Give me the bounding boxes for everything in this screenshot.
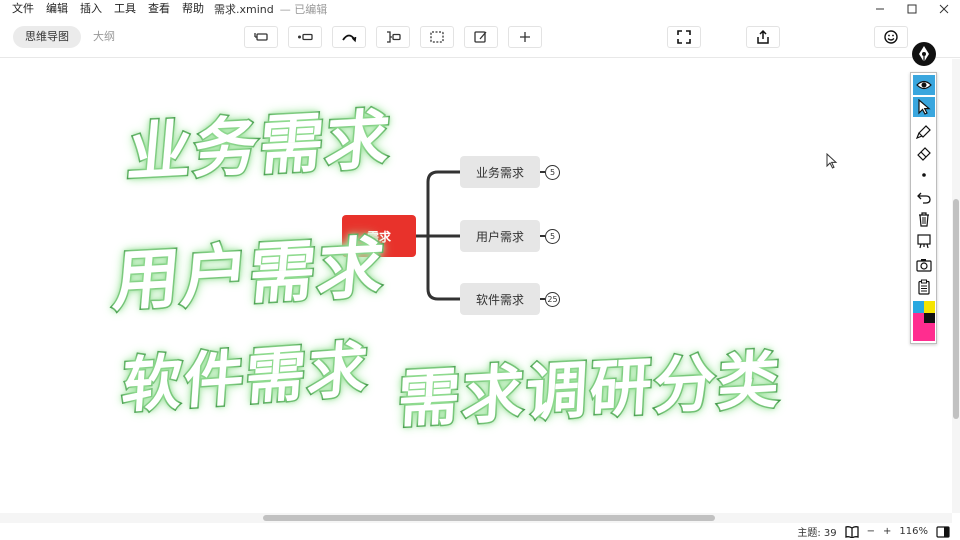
menu-view[interactable]: 查看 [142, 0, 176, 18]
horizontal-scroll-thumb[interactable] [263, 515, 715, 521]
camera-icon [916, 259, 932, 272]
emoji-button[interactable] [874, 26, 908, 48]
boundary-icon [430, 31, 444, 43]
document-title: 需求.xmind [214, 3, 274, 16]
close-button[interactable] [928, 0, 960, 18]
palette-pointer-button[interactable] [913, 97, 935, 117]
menu-file[interactable]: 文件 [0, 0, 40, 18]
minimize-icon [876, 8, 884, 10]
palette-eraser-button[interactable] [913, 143, 935, 163]
easel-icon [917, 234, 931, 249]
menu-tools[interactable]: 工具 [108, 0, 142, 18]
topic-icon [254, 33, 268, 41]
maximize-icon [907, 4, 917, 14]
minimize-button[interactable] [864, 0, 896, 18]
pen-tool-icon[interactable] [910, 40, 938, 68]
color-swatch-yellow[interactable] [924, 301, 935, 313]
horizontal-scrollbar[interactable] [0, 513, 952, 523]
vertical-scroll-thumb[interactable] [953, 199, 959, 419]
window-controls [864, 0, 960, 18]
annotation-palette [910, 72, 937, 344]
zoom-out-button[interactable]: − [867, 526, 875, 537]
share-icon [757, 29, 769, 44]
zoom-level[interactable]: 116% [899, 526, 928, 537]
sidebar-toggle-button[interactable] [936, 525, 950, 538]
fullscreen-icon [677, 30, 691, 44]
mouse-cursor-icon [826, 153, 838, 169]
overlay-title-business: 业务需求 [123, 101, 396, 192]
collapsed-count-badge[interactable]: 5 [545, 229, 560, 244]
palette-delete-button[interactable] [913, 209, 935, 229]
clipboard-icon [918, 279, 930, 295]
zoom-in-button[interactable]: + [883, 526, 891, 537]
book-icon [844, 525, 859, 538]
pointer-arrow-icon [918, 99, 931, 115]
summary-button[interactable] [376, 26, 410, 48]
view-tabs: 思维导图 大纲 [13, 26, 127, 48]
topic-user-requirements[interactable]: 用户需求 [460, 220, 540, 252]
trash-icon [919, 212, 929, 227]
boundary-button[interactable] [420, 26, 454, 48]
relationship-icon [342, 34, 357, 43]
panel-icon [936, 525, 950, 538]
share-button[interactable] [746, 26, 780, 48]
map-book-button[interactable] [844, 525, 859, 538]
menu-edit[interactable]: 编辑 [40, 0, 74, 18]
close-icon [939, 4, 949, 14]
toolbar: 思维导图 大纲 [0, 18, 960, 58]
relationship-button[interactable] [332, 26, 366, 48]
topic-count: 主题: 39 [797, 528, 837, 539]
collapsed-count-badge[interactable]: 5 [545, 165, 560, 180]
palette-dot-size-button[interactable] [913, 165, 935, 185]
maximize-button[interactable] [896, 0, 928, 18]
eraser-icon [917, 147, 931, 161]
eye-icon [916, 80, 932, 90]
palette-screenshot-button[interactable] [913, 255, 935, 275]
undo-icon [917, 192, 931, 204]
palette-highlighter-button[interactable] [913, 121, 935, 141]
color-swatch-black[interactable] [924, 313, 935, 323]
highlighter-icon [916, 125, 931, 139]
plus-icon [520, 32, 530, 42]
vertical-scrollbar[interactable] [952, 59, 960, 513]
tab-outline[interactable]: 大纲 [81, 26, 127, 48]
menu-insert[interactable]: 插入 [74, 0, 108, 18]
smiley-icon [884, 30, 898, 44]
menu-help[interactable]: 帮助 [176, 0, 210, 18]
subtopic-button[interactable] [288, 26, 322, 48]
note-edit-icon [474, 31, 487, 43]
summary-icon [387, 31, 401, 43]
mindmap-canvas[interactable]: 需求 业务需求 5 用户需求 5 软件需求 25 业务需求 用户需求 软件需求 … [0, 59, 952, 513]
color-swatch-cyan[interactable] [913, 301, 924, 313]
collapsed-count-badge[interactable]: 25 [545, 292, 560, 307]
topic-business-requirements[interactable]: 业务需求 [460, 156, 540, 188]
palette-view-button[interactable] [913, 75, 935, 95]
topic-software-requirements[interactable]: 软件需求 [460, 283, 540, 315]
topic-button[interactable] [244, 26, 278, 48]
overlay-title-software: 软件需求 [118, 333, 373, 424]
tab-mindmap[interactable]: 思维导图 [13, 26, 81, 48]
palette-clipboard-button[interactable] [913, 277, 935, 297]
title-bar: 文件 编辑 插入 工具 查看 帮助 需求.xmind — 已编辑 [0, 0, 960, 18]
status-bar: 主题: 39 − + 116% [0, 523, 960, 540]
dot-size-icon [922, 173, 926, 177]
palette-whiteboard-button[interactable] [913, 231, 935, 251]
note-button[interactable] [464, 26, 498, 48]
overlay-title-user: 用户需求 [109, 227, 390, 322]
fullscreen-button[interactable] [667, 26, 701, 48]
palette-undo-button[interactable] [913, 187, 935, 207]
insert-button[interactable] [508, 26, 542, 48]
subtopic-icon [298, 33, 313, 41]
document-status: — 已编辑 [279, 3, 328, 16]
